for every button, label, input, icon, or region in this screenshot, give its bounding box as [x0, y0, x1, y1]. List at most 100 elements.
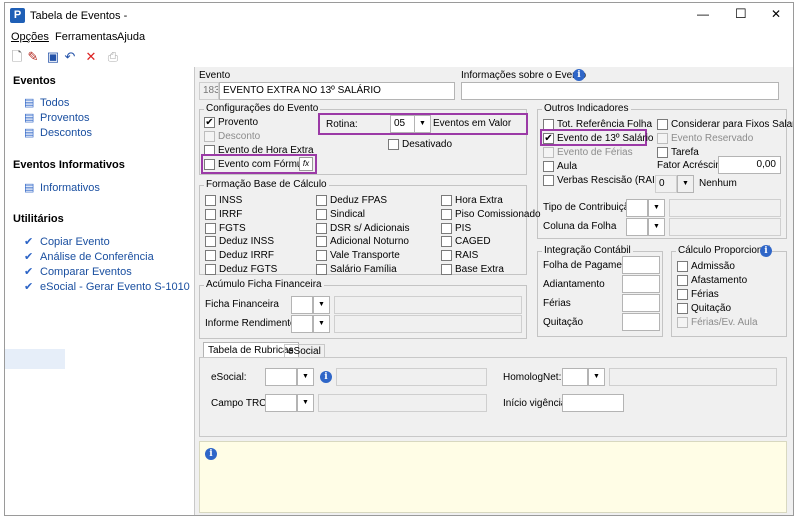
reservado-label: Evento Reservado [671, 133, 754, 144]
homolognet-field[interactable] [562, 368, 588, 386]
new-document-icon[interactable]: 🗋 [9, 49, 25, 65]
rotina-field[interactable]: 05 [390, 115, 416, 133]
prop-admissao-checkbox[interactable] [677, 261, 688, 272]
tarefa-checkbox[interactable] [657, 147, 668, 158]
campo-trct-field[interactable] [265, 394, 297, 412]
prop-quit-checkbox[interactable] [677, 303, 688, 314]
integ-ferias-label: Férias [543, 298, 571, 309]
base-col1-checkbox[interactable] [205, 264, 216, 275]
tipo-contrib-label: Tipo de Contribuição [543, 202, 635, 213]
base-col2-checkbox[interactable] [316, 208, 327, 220]
menu-ajuda[interactable]: Ajuda [117, 31, 145, 43]
formula-editor-button[interactable]: fx [299, 157, 313, 171]
minimize-button[interactable]: — [697, 7, 709, 21]
prop-ferias-aula-checkbox [677, 317, 688, 328]
verbas-label: Verbas Rescisão (RAIS) [557, 175, 665, 186]
base-col1-checkbox[interactable] [205, 236, 216, 248]
base-col2-checkbox[interactable] [316, 264, 327, 275]
informe-dropdown[interactable]: ▼ [313, 315, 330, 333]
sidebar-item-todos[interactable]: Todos [40, 97, 69, 109]
base-col1-label: Deduz IRRF [219, 250, 275, 262]
decimo-label: Evento de 13º Salário [557, 133, 654, 144]
sidebar-item-informativos[interactable]: Informativos [40, 182, 100, 194]
base-col1-checkbox[interactable] [205, 250, 216, 262]
ficha-label: Ficha Financeira [205, 299, 279, 310]
evento-name-field[interactable]: EVENTO EXTRA NO 13º SALÁRIO [219, 82, 455, 100]
base-col3-checkbox[interactable] [441, 250, 452, 262]
verbas-checkbox[interactable] [543, 175, 554, 186]
sidebar-item-esocial[interactable]: eSocial - Gerar Evento S-1010 [40, 281, 190, 293]
sidebar-item-copiar[interactable]: Copiar Evento [40, 236, 110, 248]
prop-afast-checkbox[interactable] [677, 275, 688, 286]
save-icon[interactable]: ▣ [45, 49, 61, 65]
sidebar-item-analise[interactable]: Análise de Conferência [40, 251, 154, 263]
nenhum-dropdown[interactable]: ▼ [677, 175, 694, 193]
sidebar-item-comparar[interactable]: Comparar Eventos [40, 266, 132, 278]
close-button[interactable]: ✕ [771, 7, 781, 21]
sidebar-item-proventos[interactable]: Proventos [40, 112, 90, 124]
aula-checkbox[interactable] [543, 161, 554, 172]
prop-ferias-checkbox[interactable] [677, 289, 688, 300]
base-col3-checkbox[interactable] [441, 236, 452, 248]
esocial-dropdown[interactable]: ▼ [297, 368, 314, 386]
homolognet-desc [609, 368, 777, 386]
ficha-field[interactable] [291, 296, 313, 314]
base-col3-label: Hora Extra [455, 195, 503, 206]
base-col2-checkbox[interactable] [316, 250, 327, 262]
info-icon[interactable]: i [320, 371, 332, 383]
rotina-dropdown[interactable]: ▼ [414, 115, 431, 133]
formula-checkbox[interactable] [204, 159, 215, 170]
decimo-checkbox[interactable]: ✔ [543, 133, 554, 144]
maximize-button[interactable]: ☐ [735, 6, 747, 22]
menu-bar: Opções Ferramentas Ajuda [5, 28, 793, 46]
campo-trct-dropdown[interactable]: ▼ [297, 394, 314, 412]
desativado-checkbox[interactable] [388, 139, 399, 150]
base-col1-checkbox[interactable] [205, 208, 216, 220]
info-icon[interactable]: i [760, 245, 772, 257]
informe-field[interactable] [291, 315, 313, 333]
print-icon[interactable]: ⎙ [105, 49, 121, 65]
base-col2-checkbox[interactable] [316, 236, 327, 248]
fixos-checkbox[interactable] [657, 119, 668, 130]
base-col1-checkbox[interactable] [205, 195, 216, 206]
integ-quit-field[interactable] [622, 313, 660, 331]
base-col3-checkbox[interactable] [441, 195, 452, 206]
tab-esocial[interactable]: eSocial [284, 344, 325, 358]
base-col2-label: Vale Transporte [330, 250, 400, 262]
tipo-contrib-dropdown[interactable]: ▼ [648, 199, 665, 217]
ficha-dropdown[interactable]: ▼ [313, 296, 330, 314]
main-panel: Evento 183 EVENTO EXTRA NO 13º SALÁRIO I… [195, 67, 793, 515]
base-col3-checkbox[interactable] [441, 264, 452, 275]
tipo-contrib-field[interactable] [626, 199, 648, 217]
delete-icon[interactable]: ✕ [83, 49, 99, 65]
integ-ferias-field[interactable] [622, 294, 660, 312]
toolbar: 🗋 ✎ ▣ ↶ ✕ ⎙ [5, 47, 793, 67]
fator-field[interactable]: 0,00 [718, 156, 781, 174]
coluna-folha-field[interactable] [626, 218, 648, 236]
base-col1-checkbox[interactable] [205, 222, 216, 234]
info-icon[interactable]: i [573, 69, 585, 81]
base-col3-checkbox[interactable] [441, 222, 452, 234]
inicio-field[interactable] [562, 394, 624, 412]
check-icon: ✔ [24, 266, 34, 278]
undo-icon[interactable]: ↶ [62, 49, 78, 65]
info-evento-field[interactable] [461, 82, 779, 100]
provento-checkbox[interactable]: ✔ [204, 117, 215, 128]
base-col3-checkbox[interactable] [441, 208, 452, 220]
sidebar-item-descontos[interactable]: Descontos [40, 127, 92, 139]
base-col1-label: INSS [219, 195, 243, 206]
homolognet-dropdown[interactable]: ▼ [588, 368, 605, 386]
config-title: Configurações do Evento [204, 103, 321, 114]
base-col3-label: RAIS [455, 250, 479, 262]
integ-folha-field[interactable] [622, 256, 660, 274]
menu-ferramentas[interactable]: Ferramentas [55, 31, 117, 43]
edit-pencil-icon[interactable]: ✎ [25, 49, 41, 65]
base-col1-label: Deduz FGTS [219, 264, 278, 275]
coluna-folha-dropdown[interactable]: ▼ [648, 218, 665, 236]
base-col2-checkbox[interactable] [316, 222, 327, 234]
integ-adiant-field[interactable] [622, 275, 660, 293]
menu-opcoes[interactable]: Opções [11, 31, 49, 43]
base-col2-checkbox[interactable] [316, 195, 327, 206]
check-icon: ✔ [24, 251, 34, 263]
esocial-field[interactable] [265, 368, 297, 386]
